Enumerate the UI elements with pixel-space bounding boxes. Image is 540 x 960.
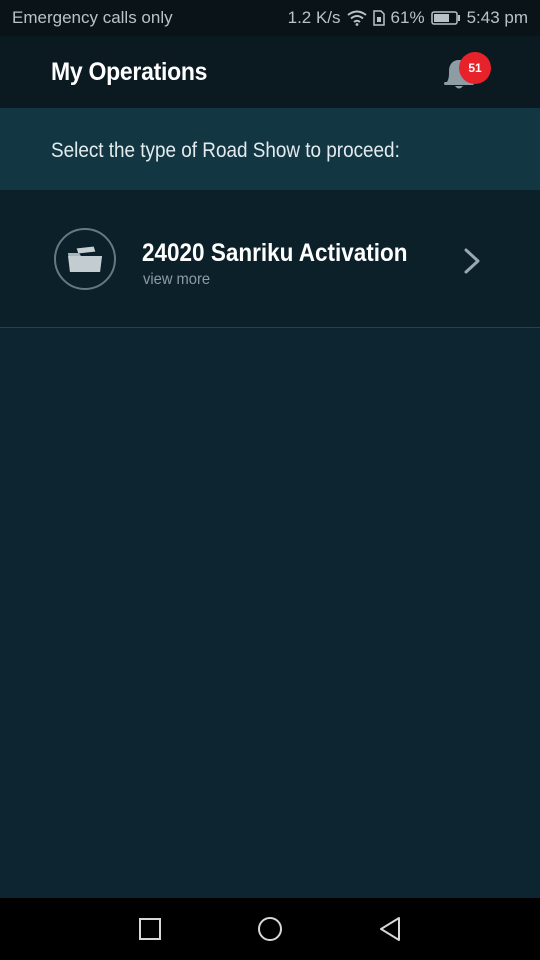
operation-item[interactable]: 24020 Sanriku Activation view more	[0, 190, 540, 328]
clock-time: 5:43 pm	[466, 8, 528, 27]
home-button[interactable]	[255, 914, 285, 944]
battery-percent: 61%	[390, 8, 425, 27]
carrier-text: Emergency calls only	[12, 8, 173, 27]
battery-icon	[430, 11, 460, 25]
back-triangle-icon	[380, 917, 400, 941]
page-title: My Operations	[51, 58, 208, 86]
folder-icon	[68, 245, 102, 272]
operation-title: 24020 Sanriku Activation	[142, 239, 408, 267]
screen: Emergency calls only 1.2 K/s 61% 5:43 pm	[0, 0, 540, 960]
system-nav-bar	[0, 898, 540, 960]
view-more-link[interactable]: view more	[143, 271, 210, 289]
app-header: My Operations 51	[0, 36, 540, 108]
sim-icon	[372, 10, 385, 26]
network-speed: 1.2 K/s	[287, 8, 341, 27]
status-indicators: 1.2 K/s 61% 5:43 pm	[288, 8, 528, 28]
instruction-text: Select the type of Road Show to proceed:	[51, 139, 400, 162]
back-button[interactable]	[375, 914, 405, 944]
square-icon	[139, 918, 161, 940]
circle-icon	[258, 917, 282, 941]
instruction-band: Select the type of Road Show to proceed:	[0, 108, 540, 190]
chevron-right-icon	[464, 248, 480, 274]
operation-avatar	[54, 228, 116, 290]
wifi-icon	[346, 10, 367, 26]
notification-badge: 51	[459, 52, 491, 84]
operations-list: 24020 Sanriku Activation view more	[0, 190, 540, 328]
notifications-button[interactable]: 51	[436, 50, 496, 98]
recents-button[interactable]	[135, 914, 165, 944]
status-bar: Emergency calls only 1.2 K/s 61% 5:43 pm	[0, 0, 540, 36]
